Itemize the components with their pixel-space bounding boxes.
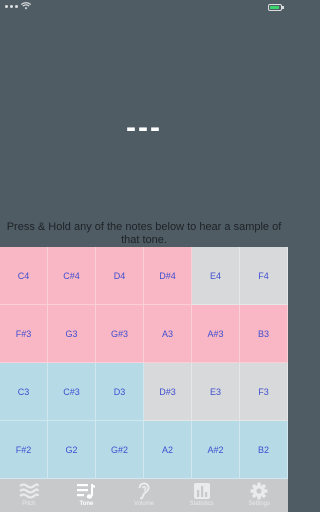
current-note-display: --- [126,111,162,144]
note-key-c4[interactable]: C4 [0,247,48,305]
tab-settings[interactable]: Settings [230,479,288,512]
tab-volume[interactable]: Volume [115,479,173,512]
waves-icon [19,483,39,499]
note-key-gsharp2[interactable]: G#2 [96,421,144,479]
tab-settings-label: Settings [248,501,271,507]
note-key-g2[interactable]: G2 [48,421,96,479]
ear-icon [138,482,150,500]
status-bar [0,0,288,16]
gear-icon [250,482,268,500]
note-keyboard: C4 C#4 D4 D#4 E4 F4 F#3 G3 G#3 A3 A#3 B3… [0,247,288,479]
note-key-gsharp3[interactable]: G#3 [96,305,144,363]
note-key-d4[interactable]: D4 [96,247,144,305]
note-key-csharp4[interactable]: C#4 [48,247,96,305]
note-key-csharp3[interactable]: C#3 [48,363,96,421]
wifi-icon [21,2,31,10]
tab-tone-label: Tone [79,501,94,507]
note-key-f3[interactable]: F3 [240,363,288,421]
music-notes-icon [77,484,96,499]
tab-statistics[interactable]: Statistics [173,479,231,512]
note-key-fsharp2[interactable]: F#2 [0,421,48,479]
battery-icon [268,4,284,11]
note-key-c3[interactable]: C3 [0,363,48,421]
note-key-dsharp3[interactable]: D#3 [144,363,192,421]
note-key-a3[interactable]: A3 [144,305,192,363]
bar-chart-icon [193,483,210,499]
tab-bar: Pitch Tone Volume Statistics Settings [0,479,288,512]
note-key-f4[interactable]: F4 [240,247,288,305]
note-key-asharp3[interactable]: A#3 [192,305,240,363]
note-key-a2[interactable]: A2 [144,421,192,479]
note-key-dsharp4[interactable]: D#4 [144,247,192,305]
instruction-text: Press & Hold any of the notes below to h… [6,221,282,246]
note-key-d3[interactable]: D3 [96,363,144,421]
tab-pitch-label: Pitch [22,501,36,507]
tab-statistics-label: Statistics [189,501,214,507]
note-key-e4[interactable]: E4 [192,247,240,305]
note-key-g3[interactable]: G3 [48,305,96,363]
tab-pitch[interactable]: Pitch [0,479,58,512]
signal-dots-icon [5,5,18,8]
note-key-e3[interactable]: E3 [192,363,240,421]
note-key-asharp2[interactable]: A#2 [192,421,240,479]
note-key-fsharp3[interactable]: F#3 [0,305,48,363]
note-key-b3[interactable]: B3 [240,305,288,363]
tab-volume-label: Volume [133,501,154,507]
tab-tone[interactable]: Tone [58,479,116,512]
note-key-b2[interactable]: B2 [240,421,288,479]
